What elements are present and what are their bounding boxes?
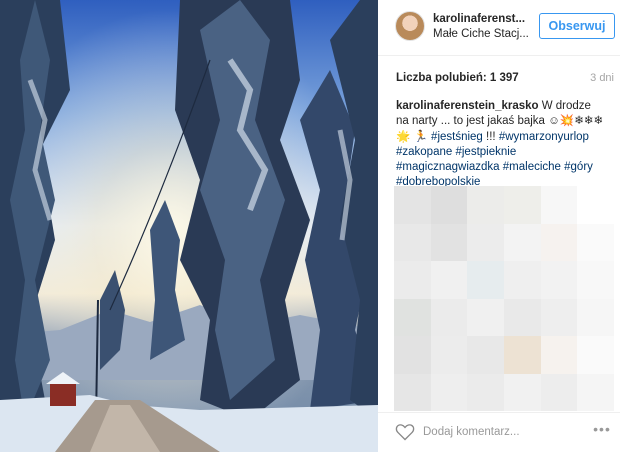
caption-username[interactable]: karolinaferenstein_krasko (396, 100, 539, 112)
caption-exclaim: !!! (482, 130, 499, 143)
hashtag-link[interactable]: #zakopane (396, 146, 452, 158)
hashtag-link[interactable]: #jestpieknie (455, 146, 516, 158)
post-caption: karolinaferenstein_krasko W drodze na na… (396, 99, 606, 191)
hashtag-link[interactable]: #magicznagwiazdka (396, 161, 500, 173)
avatar[interactable] (395, 11, 425, 41)
pixelated-comments (394, 186, 614, 411)
likes-row: Liczba polubień: 1 397 3 dni (396, 72, 614, 84)
winter-forest-photo (0, 0, 378, 452)
hashtag-link[interactable]: #góry (564, 161, 593, 173)
post-header: karolinaferenst... Małe Ciche Stacj... O… (378, 0, 620, 56)
location-link[interactable]: Małe Ciche Stacj... (433, 28, 533, 40)
post-side-panel: karolinaferenst... Małe Ciche Stacj... O… (378, 0, 620, 452)
post-time[interactable]: 3 dni (590, 72, 614, 84)
more-options-icon[interactable]: ••• (590, 421, 614, 441)
likes-count[interactable]: Liczba polubień: 1 397 (396, 72, 519, 84)
add-comment-input[interactable] (423, 422, 573, 442)
follow-button[interactable]: Obserwuj (539, 13, 615, 39)
hashtag-link[interactable]: #wymarzonyurlop (499, 131, 589, 143)
hashtag-link[interactable]: #jestśnieg (431, 131, 483, 143)
heart-outline-icon[interactable] (395, 422, 415, 442)
post-photo[interactable] (0, 0, 378, 452)
username-link[interactable]: karolinaferenst... (433, 13, 533, 25)
hashtag-link[interactable]: #maleciche (503, 161, 561, 173)
post-footer: ••• (378, 412, 620, 452)
